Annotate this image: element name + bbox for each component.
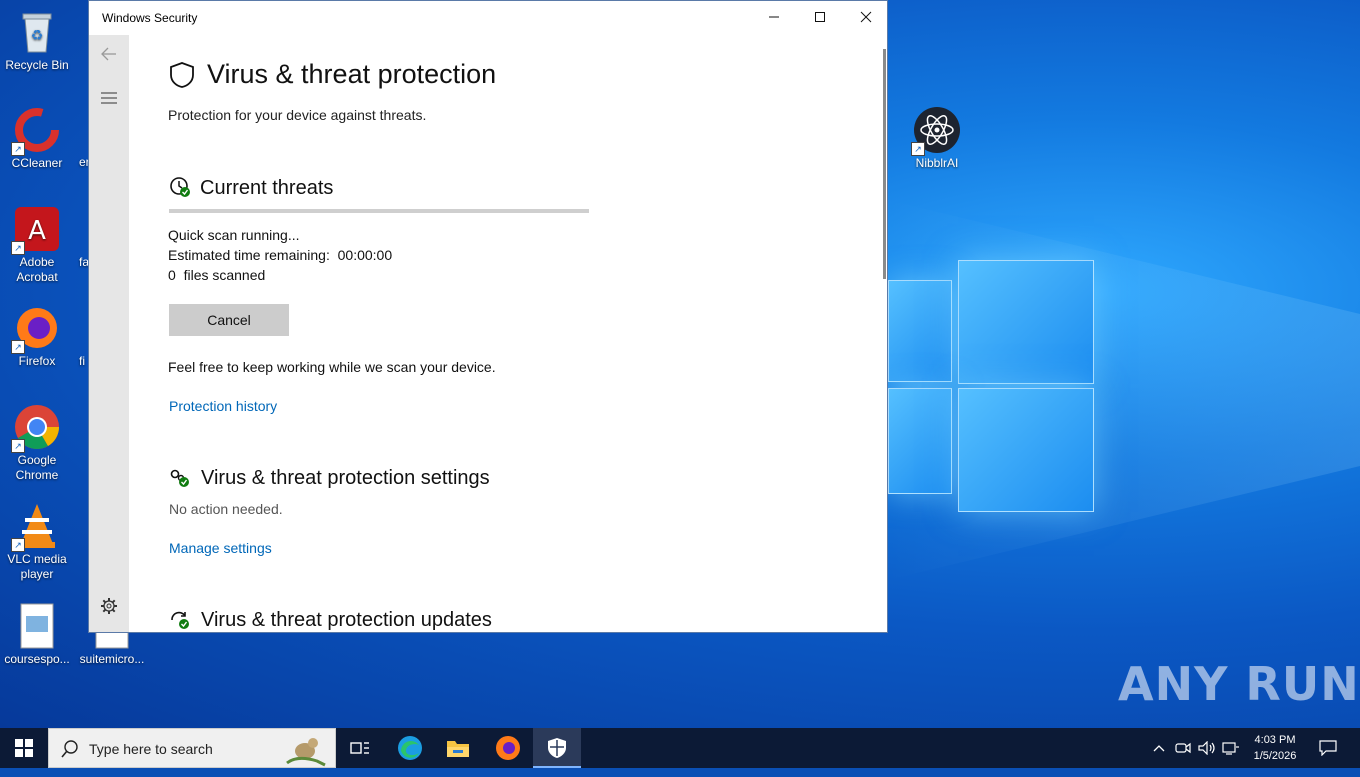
- scan-status: Quick scan running...: [168, 227, 300, 243]
- search-icon: [61, 740, 78, 758]
- current-threats-heading: Current threats: [200, 177, 334, 199]
- refresh-update-icon: [171, 611, 189, 629]
- network-icon: [1222, 742, 1239, 755]
- notification-icon: [1319, 740, 1337, 757]
- search-placeholder: Type here to search: [89, 741, 213, 757]
- desktop-icon-recycle-bin[interactable]: ♻ Recycle Bin: [0, 8, 74, 73]
- tray-volume[interactable]: [1196, 728, 1218, 768]
- taskbar-edge[interactable]: [386, 728, 434, 768]
- minimize-button[interactable]: [751, 1, 797, 35]
- settings-heading: Virus & threat protection settings: [201, 467, 490, 489]
- close-button[interactable]: [843, 1, 887, 35]
- desktop-icon-vlc[interactable]: ↗ VLC media player: [0, 502, 74, 582]
- ccleaner-icon: ↗: [11, 106, 61, 156]
- desktop-icon-label: Recycle Bin: [5, 58, 69, 72]
- tray-overflow-button[interactable]: [1148, 728, 1170, 768]
- speaker-icon: [1198, 740, 1215, 756]
- scrollbar-thumb[interactable]: [883, 49, 886, 279]
- start-button[interactable]: [0, 728, 48, 768]
- gear-icon: [101, 598, 117, 614]
- updates-heading: Virus & threat protection updates: [201, 609, 492, 631]
- maximize-button[interactable]: [797, 1, 843, 35]
- hamburger-menu-button[interactable]: [89, 91, 129, 110]
- maximize-icon: [815, 12, 825, 22]
- tray-clock[interactable]: 4:03 PM 1/5/2026: [1240, 732, 1310, 764]
- taskbar-search-box[interactable]: Type here to search: [48, 728, 336, 768]
- desktop-icon-label: NibblrAI: [915, 156, 959, 170]
- task-view-icon: [350, 742, 369, 754]
- svg-text:A: A: [28, 216, 46, 246]
- desktop-icon-label: suitemicro...: [79, 652, 145, 666]
- tray-network[interactable]: [1220, 728, 1242, 768]
- chevron-up-icon: [1153, 745, 1165, 752]
- taskbar-file-explorer[interactable]: [434, 728, 482, 768]
- task-view-button[interactable]: [336, 728, 384, 768]
- windows-logo-icon: [15, 739, 33, 757]
- windows-security-window: Windows Security Virus & threat protecti…: [88, 0, 888, 633]
- logo-pane-br: [958, 388, 1094, 512]
- desktop-icon-chrome[interactable]: ↗ Google Chrome: [0, 403, 74, 483]
- anyrun-watermark: ANY RUN: [1118, 657, 1360, 711]
- settings-status: No action needed.: [169, 501, 283, 517]
- files-scanned: 0 files scanned: [168, 267, 265, 283]
- time-remaining-value: 00:00:00: [337, 247, 393, 263]
- bird-illustration-icon: [286, 738, 326, 767]
- folder-icon: [447, 741, 469, 757]
- edge-icon: [398, 736, 422, 760]
- desktop-icon-label: VLC media player: [7, 552, 67, 581]
- time-remaining-label: Estimated time remaining:: [168, 247, 330, 263]
- atom-icon: ↗: [911, 106, 961, 156]
- desktop-icon-label: Google Chrome: [15, 453, 59, 482]
- action-center-button[interactable]: [1308, 728, 1348, 768]
- files-scanned-label: files scanned: [183, 267, 266, 283]
- acrobat-icon: A ↗: [11, 205, 61, 255]
- cancel-scan-button[interactable]: Cancel: [169, 304, 289, 336]
- logo-pane-bl: [888, 388, 952, 494]
- scan-progress-bar: [169, 209, 589, 213]
- firefox-icon: ↗: [11, 304, 61, 354]
- shield-icon: [548, 738, 566, 758]
- nav-sidebar: [89, 35, 129, 632]
- manage-settings-link[interactable]: Manage settings: [169, 540, 272, 556]
- page-subtitle: Protection for your device against threa…: [168, 107, 427, 123]
- camera-icon: [1175, 742, 1191, 754]
- window-title: Windows Security: [102, 11, 198, 25]
- settings-gears-icon: [170, 469, 189, 487]
- title-bar[interactable]: Windows Security: [89, 1, 887, 35]
- shield-icon: [170, 62, 194, 88]
- taskbar-windows-security[interactable]: [533, 728, 581, 768]
- chrome-icon: ↗: [11, 403, 61, 453]
- hamburger-icon: [101, 92, 117, 104]
- back-button[interactable]: [89, 45, 129, 68]
- main-content: Virus & threat protection Protection for…: [129, 35, 887, 632]
- desktop-icon-adobe-acrobat[interactable]: A ↗ Adobe Acrobat: [0, 205, 74, 285]
- recycle-bin-icon: ♻: [13, 8, 61, 56]
- taskbar: Type here to search 4:03 PM 1/5/2026: [0, 728, 1360, 768]
- desktop-icon-coursespo[interactable]: coursespo...: [0, 602, 74, 667]
- time-remaining: Estimated time remaining: 00:00:00: [168, 247, 392, 263]
- firefox-icon: [496, 736, 520, 760]
- close-icon: [860, 11, 872, 23]
- desktop-icon-label: coursespo...: [4, 652, 70, 666]
- vlc-icon: ↗: [11, 502, 61, 552]
- tray-meet-now[interactable]: [1172, 728, 1194, 768]
- taskbar-firefox[interactable]: [484, 728, 532, 768]
- minimize-icon: [769, 16, 779, 18]
- scan-note: Feel free to keep working while we scan …: [168, 359, 496, 375]
- page-title: Virus & threat protection: [207, 59, 497, 89]
- logo-pane-tr: [958, 260, 1094, 384]
- svg-text:♻: ♻: [31, 27, 44, 43]
- protection-history-link[interactable]: Protection history: [169, 398, 277, 414]
- scan-clock-icon: [170, 177, 190, 197]
- desktop-icon-nibblrai[interactable]: ↗ NibblrAI: [900, 106, 974, 171]
- image-file-icon: [13, 602, 61, 650]
- logo-pane-tl: [888, 280, 952, 382]
- back-arrow-icon: [101, 47, 116, 61]
- settings-button[interactable]: [89, 597, 129, 620]
- clock-date: 1/5/2026: [1253, 750, 1297, 762]
- clock-time: 4:03 PM: [1254, 734, 1296, 746]
- files-scanned-count: 0: [168, 267, 176, 283]
